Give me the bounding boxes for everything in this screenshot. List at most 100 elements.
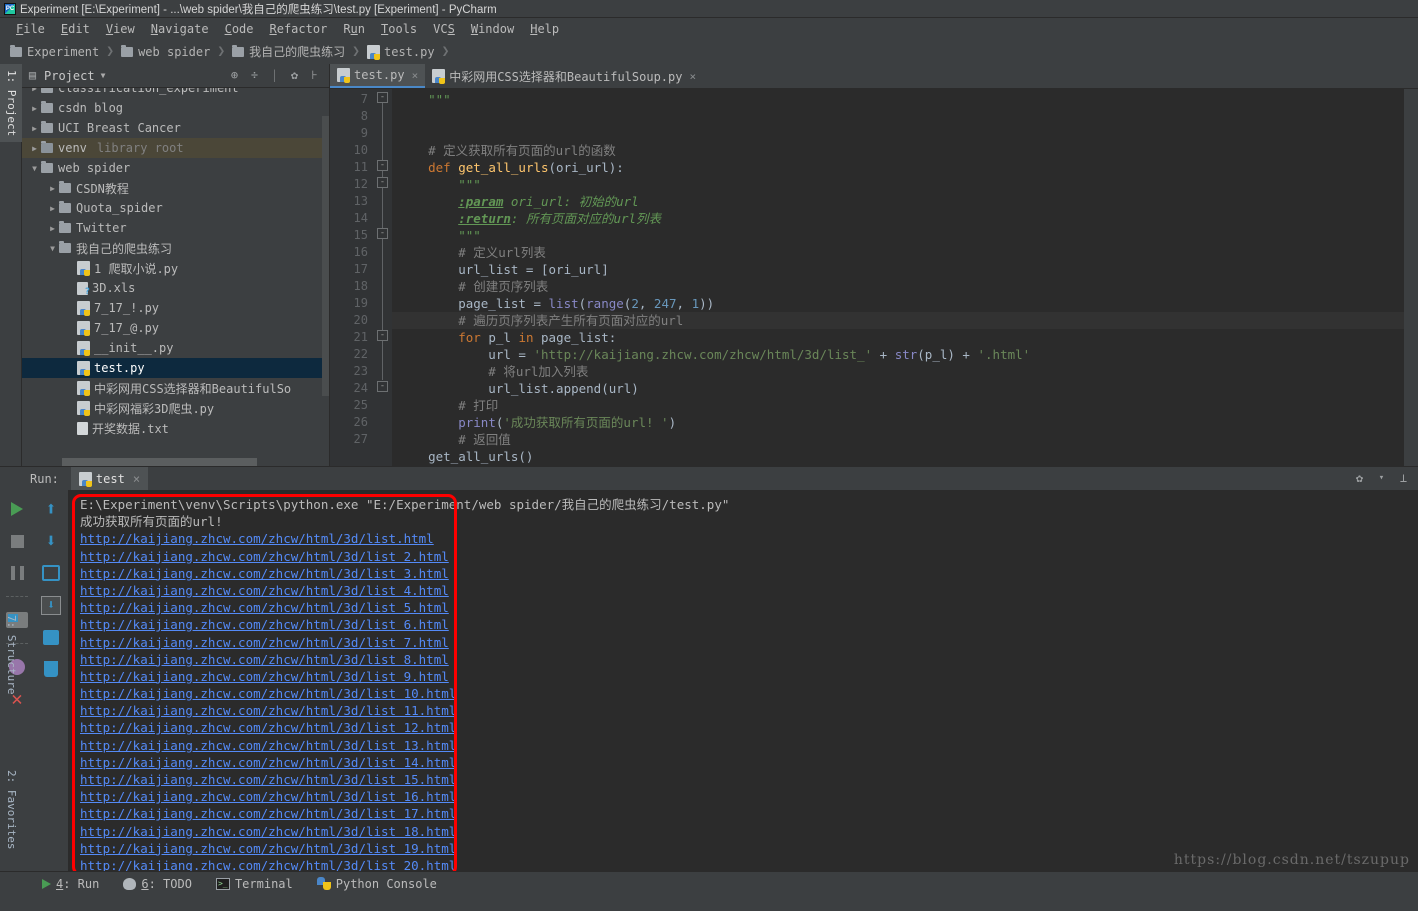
menu-item-navigate[interactable]: Navigate bbox=[143, 21, 217, 37]
down-arrow-icon[interactable]: ⬇ bbox=[40, 530, 62, 552]
chevron-right-icon[interactable]: ▶ bbox=[28, 88, 41, 93]
code-line[interactable]: # 定义获取所有页面的url的函数 bbox=[392, 142, 1404, 159]
code-line[interactable]: :param ori_url: 初始的url bbox=[392, 193, 1404, 210]
editor-scrollbar[interactable] bbox=[1404, 89, 1418, 466]
console-url-link[interactable]: http://kaijiang.zhcw.com/zhcw/html/3d/li… bbox=[80, 686, 456, 701]
fold-marker[interactable]: - bbox=[377, 381, 388, 392]
code-folding-column[interactable]: - - - - - - bbox=[374, 89, 392, 466]
menu-item-help[interactable]: Help bbox=[522, 21, 567, 37]
code-line[interactable] bbox=[392, 125, 1404, 142]
console-url-link[interactable]: http://kaijiang.zhcw.com/zhcw/html/3d/li… bbox=[80, 806, 456, 821]
code-line[interactable]: # 返回值 bbox=[392, 431, 1404, 448]
tree-item[interactable]: 7_17_!.py bbox=[22, 298, 329, 318]
console-url-link[interactable]: http://kaijiang.zhcw.com/zhcw/html/3d/li… bbox=[80, 600, 449, 615]
chevron-right-icon[interactable]: ▶ bbox=[28, 104, 41, 113]
stop-icon[interactable] bbox=[6, 530, 28, 552]
hide-panel-icon[interactable]: ⊦ bbox=[308, 69, 321, 82]
menu-item-tools[interactable]: Tools bbox=[373, 21, 425, 37]
console-url-line[interactable]: http://kaijiang.zhcw.com/zhcw/html/3d/li… bbox=[68, 599, 1418, 616]
editor-tab-beautifulsoup-py[interactable]: 中彩网用CSS选择器和BeautifulSoup.py × bbox=[425, 64, 703, 88]
close-icon[interactable]: × bbox=[689, 70, 696, 83]
tree-item[interactable]: 中彩网用CSS选择器和BeautifulSo bbox=[22, 378, 329, 398]
fold-marker[interactable]: - bbox=[377, 160, 388, 171]
tree-item[interactable]: ▶ csdn blog bbox=[22, 98, 329, 118]
console-url-link[interactable]: http://kaijiang.zhcw.com/zhcw/html/3d/li… bbox=[80, 583, 449, 598]
console-url-line[interactable]: http://kaijiang.zhcw.com/zhcw/html/3d/li… bbox=[68, 565, 1418, 582]
project-tree-scrollbar[interactable] bbox=[322, 116, 329, 396]
pause-icon[interactable] bbox=[6, 562, 28, 584]
close-icon[interactable]: × bbox=[133, 472, 140, 486]
console-url-line[interactable]: http://kaijiang.zhcw.com/zhcw/html/3d/li… bbox=[68, 771, 1418, 788]
run-tab-test[interactable]: test × bbox=[70, 466, 149, 491]
status-item-python-console[interactable]: Python Console bbox=[305, 877, 449, 891]
console-url-line[interactable]: http://kaijiang.zhcw.com/zhcw/html/3d/li… bbox=[68, 616, 1418, 633]
code-line[interactable]: # 创建页序列表 bbox=[392, 278, 1404, 295]
locate-icon[interactable]: ⊕ bbox=[228, 69, 241, 82]
console-url-line[interactable]: http://kaijiang.zhcw.com/zhcw/html/3d/li… bbox=[68, 805, 1418, 822]
chevron-right-icon[interactable]: ▶ bbox=[28, 124, 41, 133]
console-url-line[interactable]: http://kaijiang.zhcw.com/zhcw/html/3d/li… bbox=[68, 823, 1418, 840]
code-line[interactable]: """ bbox=[392, 176, 1404, 193]
code-line[interactable]: url_list.append(url) bbox=[392, 380, 1404, 397]
chevron-down-icon[interactable]: ▼ bbox=[101, 71, 106, 80]
console-url-link[interactable]: http://kaijiang.zhcw.com/zhcw/html/3d/li… bbox=[80, 531, 434, 546]
console-url-link[interactable]: http://kaijiang.zhcw.com/zhcw/html/3d/li… bbox=[80, 549, 449, 564]
menu-item-window[interactable]: Window bbox=[463, 21, 522, 37]
menu-item-run[interactable]: Run bbox=[335, 21, 373, 37]
code-line[interactable]: # 遍历页序列表产生所有页面对应的url bbox=[392, 312, 1404, 329]
console-url-link[interactable]: http://kaijiang.zhcw.com/zhcw/html/3d/li… bbox=[80, 789, 456, 804]
console-url-line[interactable]: http://kaijiang.zhcw.com/zhcw/html/3d/li… bbox=[68, 651, 1418, 668]
chevron-right-icon[interactable]: ▶ bbox=[46, 204, 59, 213]
print-icon[interactable] bbox=[40, 626, 62, 648]
tree-item[interactable]: 7_17_@.py bbox=[22, 318, 329, 338]
console-url-line[interactable]: http://kaijiang.zhcw.com/zhcw/html/3d/li… bbox=[68, 737, 1418, 754]
menu-item-code[interactable]: Code bbox=[217, 21, 262, 37]
tree-item[interactable]: ▶ UCI Breast Cancer bbox=[22, 118, 329, 138]
console-url-line[interactable]: http://kaijiang.zhcw.com/zhcw/html/3d/li… bbox=[68, 668, 1418, 685]
console-output[interactable]: E:\Experiment\venv\Scripts\python.exe "E… bbox=[68, 490, 1418, 871]
status-item-run[interactable]: 4: Run bbox=[30, 877, 111, 891]
console-url-link[interactable]: http://kaijiang.zhcw.com/zhcw/html/3d/li… bbox=[80, 669, 449, 684]
console-url-link[interactable]: http://kaijiang.zhcw.com/zhcw/html/3d/li… bbox=[80, 617, 449, 632]
tree-item[interactable]: ▼ 我自己的爬虫练习 bbox=[22, 238, 329, 258]
breadcrumb-item-test-py[interactable]: test.py ❯ bbox=[367, 44, 456, 60]
code-line[interactable]: def get_all_urls(ori_url): bbox=[392, 159, 1404, 176]
chevron-right-icon[interactable]: ▶ bbox=[46, 224, 59, 233]
code-line[interactable]: """ bbox=[392, 227, 1404, 244]
tree-item[interactable]: test.py bbox=[22, 358, 329, 378]
console-url-link[interactable]: http://kaijiang.zhcw.com/zhcw/html/3d/li… bbox=[80, 858, 456, 871]
code-content[interactable]: """ # 定义获取所有页面的url的函数 def get_all_urls(o… bbox=[392, 89, 1404, 466]
code-line[interactable] bbox=[392, 108, 1404, 125]
code-line[interactable]: page_list = list(range(2, 247, 1)) bbox=[392, 295, 1404, 312]
console-url-link[interactable]: http://kaijiang.zhcw.com/zhcw/html/3d/li… bbox=[80, 720, 456, 735]
tree-item[interactable]: ▶ Twitter bbox=[22, 218, 329, 238]
menu-item-vcs[interactable]: VCS bbox=[425, 21, 463, 37]
code-line[interactable]: # 定义url列表 bbox=[392, 244, 1404, 261]
tree-item[interactable]: 开奖数据.txt bbox=[22, 418, 329, 438]
breadcrumb-item-experiment[interactable]: Experiment ❯ bbox=[10, 44, 121, 59]
console-url-line[interactable]: http://kaijiang.zhcw.com/zhcw/html/3d/li… bbox=[68, 754, 1418, 771]
project-tree[interactable]: ▶ classification_experiment ▶ csdn blog ▶ UCI… bbox=[22, 88, 329, 458]
tree-item[interactable]: ▶ CSDN教程 bbox=[22, 178, 329, 198]
code-line[interactable]: """ bbox=[392, 91, 1404, 108]
console-url-line[interactable]: http://kaijiang.zhcw.com/zhcw/html/3d/li… bbox=[68, 634, 1418, 651]
menu-item-edit[interactable]: Edit bbox=[53, 21, 98, 37]
console-url-link[interactable]: http://kaijiang.zhcw.com/zhcw/html/3d/li… bbox=[80, 635, 449, 650]
code-line[interactable]: :return: 所有页面对应的url列表 bbox=[392, 210, 1404, 227]
tree-item[interactable]: __init__.py bbox=[22, 338, 329, 358]
code-line[interactable]: # 打印 bbox=[392, 397, 1404, 414]
console-url-link[interactable]: http://kaijiang.zhcw.com/zhcw/html/3d/li… bbox=[80, 703, 456, 718]
tree-item[interactable]: 3D.xls bbox=[22, 278, 329, 298]
code-line[interactable]: print('成功获取所有页面的url! ') bbox=[392, 414, 1404, 431]
up-arrow-icon[interactable]: ⬆ bbox=[40, 498, 62, 520]
console-url-line[interactable]: http://kaijiang.zhcw.com/zhcw/html/3d/li… bbox=[68, 685, 1418, 702]
console-url-link[interactable]: http://kaijiang.zhcw.com/zhcw/html/3d/li… bbox=[80, 824, 456, 839]
chevron-down-icon[interactable]: ▼ bbox=[28, 164, 41, 173]
settings-gear-icon[interactable]: ✿ bbox=[288, 69, 301, 82]
status-item-todo[interactable]: 6: TODO bbox=[111, 877, 204, 891]
chevron-down-icon[interactable]: ▼ bbox=[46, 244, 59, 253]
console-url-line[interactable]: http://kaijiang.zhcw.com/zhcw/html/3d/li… bbox=[68, 719, 1418, 736]
tree-item[interactable]: ▶ classification_experiment bbox=[22, 88, 329, 98]
run-icon[interactable] bbox=[6, 498, 28, 520]
menu-item-refactor[interactable]: Refactor bbox=[262, 21, 336, 37]
